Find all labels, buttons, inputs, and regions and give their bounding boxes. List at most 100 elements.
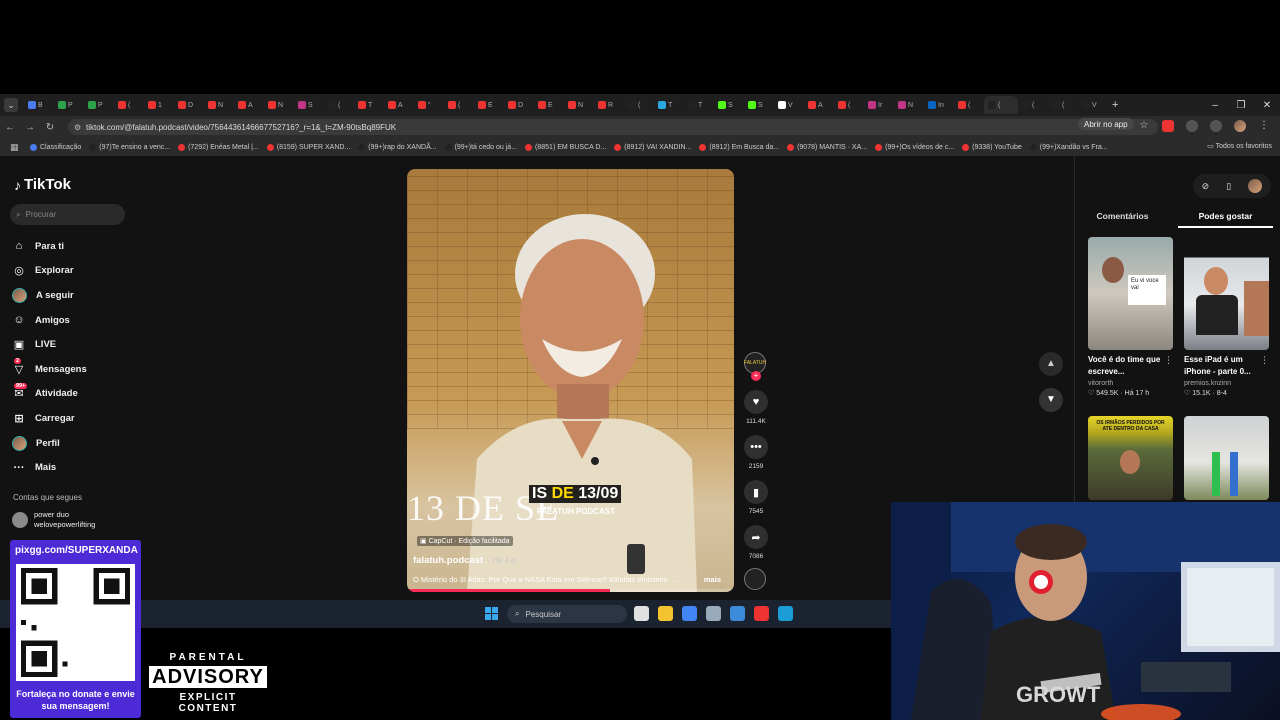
bookmark-item[interactable]: (9078) MANTIS · XA...: [787, 143, 867, 151]
back-icon[interactable]: ←: [0, 122, 20, 133]
next-video-button[interactable]: ▼: [1039, 388, 1063, 412]
bookmark-item[interactable]: (99+)Xandão vs Fra...: [1029, 143, 1108, 151]
browser-tab[interactable]: N: [894, 96, 924, 114]
sidebar-item-a-seguir[interactable]: A seguir: [12, 283, 87, 308]
browser-tab[interactable]: S: [744, 96, 774, 114]
sidebar-item-para-ti[interactable]: ⌂ Para ti: [12, 234, 87, 259]
sidebar-item-amigos[interactable]: ☺ Amigos: [12, 308, 87, 333]
share-icon[interactable]: ➦: [744, 525, 768, 549]
phone-icon[interactable]: ▯: [1226, 181, 1231, 192]
browser-tab[interactable]: V: [774, 96, 804, 114]
forward-icon[interactable]: →: [20, 122, 40, 133]
browser-tab[interactable]: S: [714, 96, 744, 114]
browser-tab[interactable]: T: [684, 96, 714, 114]
browser-tab[interactable]: V: [1078, 96, 1108, 114]
browser-tab[interactable]: A: [384, 96, 414, 114]
video-card[interactable]: OS IRMÃOS PERDIDOS POR ATE DENTRO DA CAS…: [1088, 416, 1173, 500]
browser-tab[interactable]: A: [804, 96, 834, 114]
browser-tab[interactable]: N: [204, 96, 234, 114]
browser-tab[interactable]: E: [474, 96, 504, 114]
sidebar-item-atividade[interactable]: ✉ 99+ Atividade: [12, 382, 87, 407]
tab-search-icon[interactable]: ⌄: [4, 98, 18, 112]
bookmark-item[interactable]: Classificação: [30, 143, 81, 151]
sidebar-item-carregar[interactable]: ⊞ Carregar: [12, 406, 87, 431]
bookmark-item[interactable]: (99+)Os vídeos de c...: [875, 143, 954, 151]
all-favorites[interactable]: ▭ Todos os favoritos: [1207, 142, 1272, 150]
windows-start-icon[interactable]: [485, 607, 498, 620]
profile-avatar[interactable]: [1234, 120, 1246, 132]
browser-tab[interactable]: (: [1048, 96, 1078, 114]
save-action[interactable]: ▮ 7545: [744, 480, 768, 515]
sidebar-item-mais[interactable]: ··· Mais: [12, 455, 87, 480]
tiktok-logo[interactable]: ♪ TikTok: [14, 176, 71, 193]
sidebar-item-live[interactable]: ▣ LIVE: [12, 332, 87, 357]
tab-you-may-like[interactable]: Podes gostar: [1178, 208, 1273, 228]
browser-tab[interactable]: T: [354, 96, 384, 114]
apps-grid-icon[interactable]: ▦: [10, 142, 20, 153]
browser-tab[interactable]: R: [594, 96, 624, 114]
browser-tab[interactable]: P: [54, 96, 84, 114]
comment-action[interactable]: ••• 2159: [744, 435, 768, 470]
browser-tab[interactable]: D: [504, 96, 534, 114]
taskbar-app-icon[interactable]: [682, 606, 697, 621]
more-link[interactable]: mais: [704, 575, 721, 584]
taskbar-app-icon[interactable]: [754, 606, 769, 621]
heart-icon[interactable]: ♥: [744, 390, 768, 414]
bookmark-item[interactable]: (7292) Enéas Metal |...: [178, 143, 259, 151]
extension-icon[interactable]: [1162, 120, 1174, 132]
creator-avatar[interactable]: FALATUH +: [744, 352, 766, 381]
share-action[interactable]: ➦ 7086: [744, 525, 768, 560]
browser-tab[interactable]: E: [534, 96, 564, 114]
minimize-button[interactable]: –: [1202, 100, 1228, 111]
browser-tab[interactable]: (: [114, 96, 144, 114]
taskbar-app-icon[interactable]: [778, 606, 793, 621]
compass-icon[interactable]: ⊘: [1202, 181, 1210, 192]
browser-tab[interactable]: Ir: [864, 96, 894, 114]
video-player[interactable]: 13 DE SE IS DE 13/09 FALATUH PODCAST ▣ C…: [407, 169, 734, 592]
maximize-button[interactable]: ❐: [1228, 100, 1254, 111]
new-tab-button[interactable]: +: [1108, 96, 1128, 114]
browser-tab[interactable]: N: [264, 96, 294, 114]
following-account[interactable]: power duo welovepowerlifting: [12, 510, 95, 530]
browser-tab[interactable]: ": [414, 96, 444, 114]
bookmark-star-icon[interactable]: ☆: [1138, 120, 1150, 132]
taskbar-app-icon[interactable]: [658, 606, 673, 621]
browser-tab[interactable]: B: [24, 96, 54, 114]
browser-tab[interactable]: A: [234, 96, 264, 114]
profile-avatar-icon[interactable]: [1248, 179, 1263, 193]
video-card[interactable]: Eu vi voce vai Você é do time que escrev…: [1088, 237, 1173, 397]
close-window-button[interactable]: ✕: [1254, 100, 1280, 111]
site-info-icon[interactable]: ⚙: [74, 123, 81, 132]
puzzle-icon[interactable]: [1186, 120, 1198, 132]
video-card[interactable]: Esse iPad é um iPhone - parte 0... premi…: [1184, 237, 1269, 397]
previous-video-button[interactable]: ▲: [1039, 352, 1063, 376]
tab-comments[interactable]: Comentários: [1075, 208, 1170, 228]
browser-tab[interactable]: N: [564, 96, 594, 114]
bookmark-icon[interactable]: ▮: [744, 480, 768, 504]
browser-tab[interactable]: In: [924, 96, 954, 114]
video-progress-bar[interactable]: [407, 589, 734, 592]
browser-tab[interactable]: (: [984, 96, 1018, 114]
menu-kebab-icon[interactable]: ⋮: [1258, 120, 1270, 132]
browser-tab[interactable]: D: [174, 96, 204, 114]
sidebar-item-perfil[interactable]: Perfil: [12, 431, 87, 456]
browser-tab[interactable]: (: [834, 96, 864, 114]
comment-icon[interactable]: •••: [744, 435, 768, 459]
taskbar-app-icon[interactable]: [706, 606, 721, 621]
browser-tab[interactable]: P: [84, 96, 114, 114]
sound-disc-icon[interactable]: [744, 568, 766, 590]
browser-tab[interactable]: T: [654, 96, 684, 114]
url-field[interactable]: ⚙ tiktok.com/@falatuh.podcast/video/7564…: [68, 119, 1158, 135]
search-input[interactable]: ⌕ Procurar: [10, 204, 125, 225]
sidebar-item-explorar[interactable]: ◎ Explorar: [12, 259, 87, 284]
capcut-link[interactable]: ▣ CapCut · Edição facilitada: [417, 536, 513, 546]
bookmark-item[interactable]: (99+)rap do XANDÃ...: [358, 143, 437, 151]
card-menu-icon[interactable]: ⋮: [1164, 355, 1173, 366]
browser-tab[interactable]: (: [444, 96, 474, 114]
taskbar-search[interactable]: ⌕ Pesquisar: [507, 605, 627, 623]
card-menu-icon[interactable]: ⋮: [1260, 355, 1269, 366]
bookmark-item[interactable]: (8912) Em Busca da...: [699, 143, 779, 151]
taskbar-app-icon[interactable]: [730, 606, 745, 621]
open-in-app-button[interactable]: Abrir no app: [1078, 118, 1134, 130]
video-author[interactable]: falatuh.podcast · Há 4 d: [413, 555, 516, 566]
